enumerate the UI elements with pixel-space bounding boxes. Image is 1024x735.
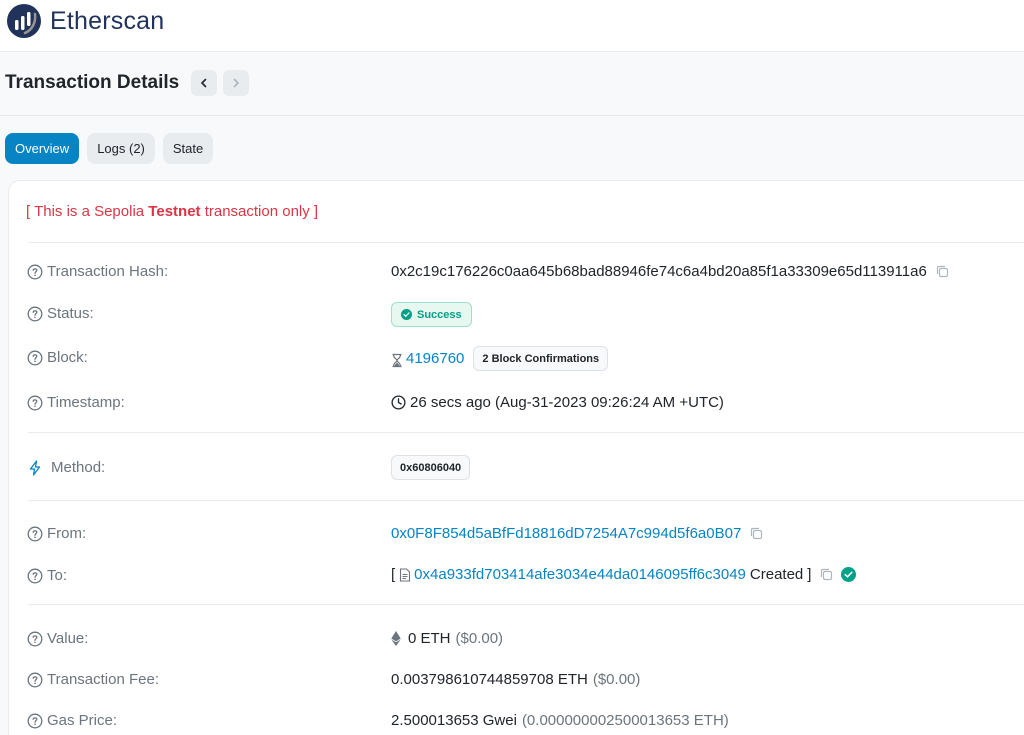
status-text: Success	[417, 308, 462, 321]
gas-price-label: Gas Price:	[27, 712, 117, 729]
check-circle-icon	[401, 309, 412, 320]
method-label: Method:	[27, 459, 105, 476]
divider	[0, 115, 1024, 116]
logo-text: Etherscan	[50, 6, 165, 35]
question-circle-icon[interactable]	[27, 713, 43, 729]
transaction-hash: 0x2c19c176226c0aa645b68bad88946fe74c6a4b…	[391, 263, 927, 280]
timestamp-text: 26 secs ago (Aug-31-2023 09:26:24 AM +UT…	[410, 394, 724, 411]
label-text: Timestamp:	[47, 394, 125, 411]
question-circle-icon[interactable]	[27, 672, 43, 688]
created-text: Created	[749, 566, 804, 583]
label-text: Transaction Fee:	[47, 671, 159, 688]
copy-icon[interactable]	[935, 264, 950, 279]
next-transaction-button[interactable]	[223, 70, 250, 96]
notice-prefix: [ This is a Sepolia	[26, 203, 149, 220]
gas-gwei: 2.500013653 Gwei	[391, 712, 517, 729]
divider	[28, 242, 1024, 243]
fee-amount: 0.003798610744859708 ETH	[391, 671, 588, 688]
tab-bar: Overview Logs (2) State	[5, 133, 221, 164]
from-label: From:	[27, 525, 86, 542]
file-icon	[400, 567, 411, 582]
label-text: Gas Price:	[47, 712, 118, 729]
transaction-fee-label: Transaction Fee:	[27, 671, 159, 688]
fee-usd: ($0.00)	[592, 671, 641, 688]
chevron-left-icon	[201, 78, 207, 88]
to-contract-link[interactable]: 0x4a933fd703414afe3034e44da0146095ff6c30…	[414, 566, 746, 583]
question-circle-icon[interactable]	[27, 350, 43, 366]
bracket-close: ]	[807, 566, 812, 583]
transaction-hash-label: Transaction Hash:	[27, 263, 168, 280]
bolt-icon[interactable]	[27, 459, 43, 476]
label-text: Status:	[47, 305, 94, 322]
question-circle-icon[interactable]	[27, 526, 43, 542]
value-value: 0 ETH ($0.00)	[391, 630, 503, 647]
etherscan-logo[interactable]: Etherscan	[6, 3, 164, 39]
transaction-fee-value: 0.003798610744859708 ETH ($0.00)	[391, 671, 640, 688]
transaction-hash-value: 0x2c19c176226c0aa645b68bad88946fe74c6a4b…	[391, 263, 950, 280]
label-text: Method:	[51, 459, 106, 476]
eth-amount: 0 ETH	[408, 630, 451, 647]
etherscan-logo-icon	[7, 4, 41, 38]
notice-suffix: transaction only ]	[200, 203, 319, 220]
label-text: Transaction Hash:	[47, 263, 169, 280]
block-number-link[interactable]: 4196760	[406, 350, 464, 367]
tab-overview[interactable]: Overview	[5, 133, 80, 164]
question-circle-icon[interactable]	[27, 395, 43, 411]
tab-logs[interactable]: Logs (2)	[87, 133, 155, 164]
clock-icon	[391, 395, 406, 410]
check-circle-icon	[841, 567, 857, 582]
hourglass-icon	[392, 353, 402, 367]
previous-transaction-button[interactable]	[191, 70, 218, 96]
copy-icon[interactable]	[749, 526, 764, 541]
divider	[28, 432, 1024, 433]
status-badge: Success	[391, 302, 472, 327]
from-value: 0x0F8F854d5aBfFd18816dD7254A7c994d5f6a0B…	[391, 525, 764, 542]
gas-eth: (0.000000002500013653 ETH)	[521, 712, 729, 729]
label-text: From:	[47, 525, 87, 542]
method-value: 0x60806040	[391, 455, 471, 480]
top-navbar: Etherscan	[0, 0, 1024, 52]
page-title: Transaction Details	[5, 72, 180, 93]
question-circle-icon[interactable]	[27, 568, 43, 584]
notice-bold: Testnet	[148, 203, 201, 220]
copy-icon[interactable]	[819, 567, 834, 582]
label-text: Value:	[47, 630, 89, 647]
from-address-link[interactable]: 0x0F8F854d5aBfFd18816dD7254A7c994d5f6a0B…	[391, 525, 741, 542]
eth-icon	[391, 631, 401, 646]
to-label: To:	[27, 567, 67, 584]
label-text: To:	[47, 567, 68, 584]
question-circle-icon[interactable]	[27, 306, 43, 322]
gas-price-value: 2.500013653 Gwei (0.000000002500013653 E…	[391, 712, 729, 729]
label-text: Block:	[47, 349, 88, 366]
to-value: [ 0x4a933fd703414afe3034e44da0146095ff6c…	[391, 566, 857, 583]
tab-state[interactable]: State	[162, 133, 214, 164]
status-label: Status:	[27, 305, 94, 322]
block-confirmations-badge: 2 Block Confirmations	[473, 346, 609, 371]
method-badge: 0x60806040	[391, 455, 471, 480]
testnet-notice: [ This is a Sepolia Testnet transaction …	[26, 203, 318, 220]
chevron-right-icon	[233, 78, 240, 88]
divider	[28, 604, 1024, 605]
title-row: Transaction Details	[5, 70, 250, 96]
usd-amount: ($0.00)	[455, 630, 504, 647]
question-circle-icon[interactable]	[27, 264, 43, 280]
block-value: 4196760 2 Block Confirmations	[391, 346, 609, 371]
question-circle-icon[interactable]	[27, 631, 43, 647]
timestamp-value: 26 secs ago (Aug-31-2023 09:26:24 AM +UT…	[391, 394, 724, 411]
value-label: Value:	[27, 630, 88, 647]
timestamp-label: Timestamp:	[27, 394, 125, 411]
status-value: Success	[391, 302, 472, 327]
divider	[28, 500, 1024, 501]
bracket-open: [	[391, 566, 396, 583]
block-label: Block:	[27, 349, 88, 366]
